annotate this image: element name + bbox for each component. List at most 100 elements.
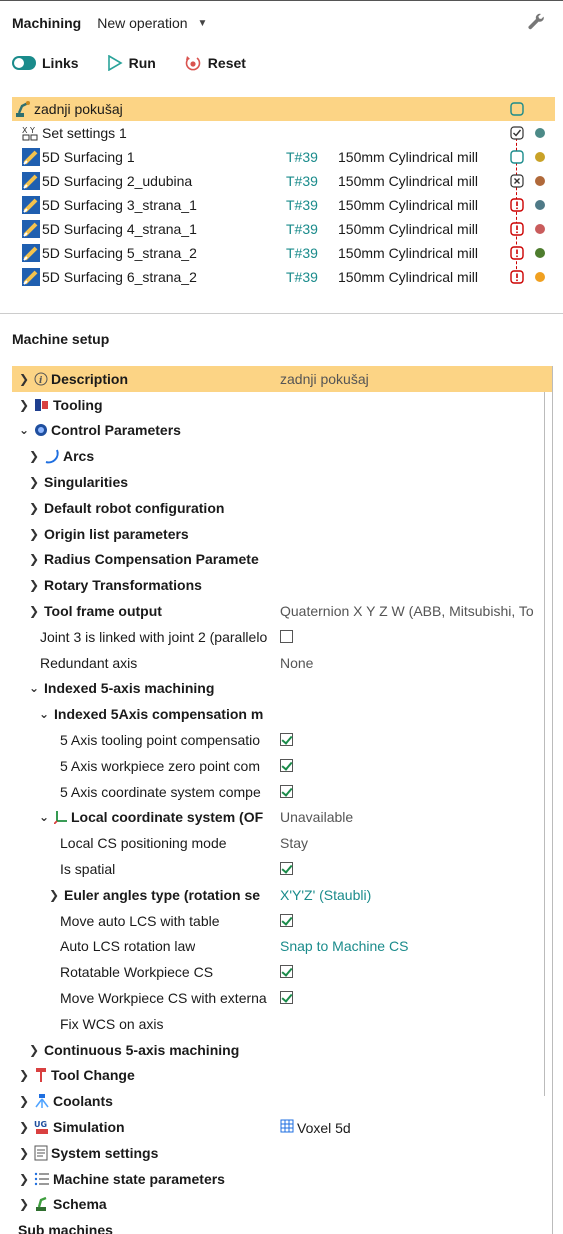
chevron-right-icon[interactable]: ❯ bbox=[18, 1172, 30, 1186]
tree-row-default-robot-config[interactable]: ❯ Default robot configuration bbox=[12, 495, 552, 521]
chevron-right-icon[interactable]: ❯ bbox=[28, 578, 40, 592]
tool-name: 150mm Cylindrical mill bbox=[338, 149, 479, 165]
move-auto-lcs-checkbox[interactable] bbox=[280, 913, 293, 927]
coordinate-system-comp-checkbox[interactable] bbox=[280, 784, 293, 798]
rotatable-workpiece-checkbox[interactable] bbox=[280, 965, 293, 979]
tree-label: Continuous 5-axis machining bbox=[44, 1041, 240, 1058]
chevron-right-icon[interactable]: ❯ bbox=[28, 527, 40, 541]
chevron-right-icon[interactable]: ❯ bbox=[18, 1068, 30, 1082]
chevron-down-icon[interactable]: ▼ bbox=[198, 18, 208, 29]
tree-row-auto-lcs-rotation[interactable]: Auto LCS rotation law Snap to Machine CS bbox=[12, 934, 552, 960]
tree-row-description[interactable]: ❯ i Description zadnji pokušaj bbox=[12, 366, 552, 392]
chevron-right-icon[interactable]: ❯ bbox=[28, 501, 40, 515]
tree-row-tooling[interactable]: ❯ Tooling bbox=[12, 392, 552, 418]
tree-row-local-cs-positioning[interactable]: Local CS positioning mode Stay bbox=[12, 830, 552, 856]
chevron-right-icon[interactable]: ❯ bbox=[18, 1146, 30, 1160]
chevron-right-icon[interactable]: ❯ bbox=[18, 1120, 30, 1134]
operation-select[interactable]: New operation bbox=[97, 15, 187, 31]
tree-row-system-settings[interactable]: ❯ System settings bbox=[12, 1140, 552, 1166]
chevron-right-icon[interactable]: ❯ bbox=[18, 1094, 30, 1108]
move-workpiece-cs-checkbox[interactable] bbox=[280, 991, 293, 1005]
tree-row-redundant-axis[interactable]: Redundant axis None bbox=[12, 650, 552, 676]
tree-row-rotatable-workpiece[interactable]: Rotatable Workpiece CS bbox=[12, 959, 552, 985]
tree-row-indexed-compensation[interactable]: ⌄ Indexed 5Axis compensation m bbox=[12, 701, 552, 727]
tree-row-coolants[interactable]: ❯ Coolants bbox=[12, 1088, 552, 1114]
tree-value[interactable]: None bbox=[280, 655, 313, 671]
tree-row-coordinate-system-comp[interactable]: 5 Axis coordinate system compe bbox=[12, 779, 552, 805]
operation-row[interactable]: 5D Surfacing 1 T#39 150mm Cylindrical mi… bbox=[12, 145, 555, 169]
chevron-down-icon[interactable]: ⌄ bbox=[18, 423, 30, 437]
status-empty-icon bbox=[510, 150, 524, 164]
tree-row-indexed-5axis[interactable]: ⌄ Indexed 5-axis machining bbox=[12, 676, 552, 702]
chevron-down-icon[interactable]: ⌄ bbox=[38, 810, 50, 824]
tooling-point-comp-checkbox[interactable] bbox=[280, 733, 293, 747]
tree-row-is-spatial[interactable]: Is spatial bbox=[12, 856, 552, 882]
tree-row-euler-angles[interactable]: ❯ Euler angles type (rotation se X'Y'Z' (… bbox=[12, 882, 552, 908]
chevron-right-icon[interactable]: ❯ bbox=[28, 552, 40, 566]
tree-row-move-auto-lcs[interactable]: Move auto LCS with table bbox=[12, 908, 552, 934]
operation-row[interactable]: XY Set settings 1 bbox=[12, 121, 555, 145]
tree-row-radius-compensation[interactable]: ❯ Radius Compensation Paramete bbox=[12, 547, 552, 573]
chevron-right-icon[interactable]: ❯ bbox=[18, 398, 30, 412]
tree-row-continuous-5axis[interactable]: ❯ Continuous 5-axis machining bbox=[12, 1037, 552, 1063]
tree-row-tool-frame-output[interactable]: ❯ Tool frame output Quaternion X Y Z W (A… bbox=[12, 598, 552, 624]
tree-row-control-parameters[interactable]: ⌄ Control Parameters bbox=[12, 418, 552, 444]
workpiece-zero-comp-checkbox[interactable] bbox=[280, 758, 293, 772]
is-spatial-checkbox[interactable] bbox=[280, 862, 293, 876]
tree-value[interactable]: Snap to Machine CS bbox=[280, 938, 408, 954]
tree-value[interactable]: Unavailable bbox=[280, 809, 353, 825]
operation-row[interactable]: 5D Surfacing 6_strana_2 T#39 150mm Cylin… bbox=[12, 265, 555, 289]
tree-row-schema[interactable]: ❯ Schema bbox=[12, 1192, 552, 1218]
tree-row-tooling-point-comp[interactable]: 5 Axis tooling point compensatio bbox=[12, 727, 552, 753]
svg-text:UG: UG bbox=[34, 1120, 47, 1129]
tree-row-tool-change[interactable]: ❯ Tool Change bbox=[12, 1063, 552, 1089]
tree-value[interactable]: zadnji pokušaj bbox=[280, 371, 369, 387]
tree-label: Control Parameters bbox=[51, 422, 181, 439]
operation-row-project[interactable]: zadnji pokušaj bbox=[12, 97, 555, 121]
joint3-linked-checkbox[interactable] bbox=[280, 629, 293, 643]
tree-row-local-coordinate-system[interactable]: ⌄ Local coordinate system (OF Unavailable bbox=[12, 805, 552, 831]
chevron-right-icon[interactable]: ❯ bbox=[28, 475, 40, 489]
tool-name: 150mm Cylindrical mill bbox=[338, 269, 479, 285]
links-toggle[interactable]: Links bbox=[12, 55, 79, 71]
tree-row-singularities[interactable]: ❯ Singularities bbox=[12, 469, 552, 495]
operation-row[interactable]: 5D Surfacing 4_strana_1 T#39 150mm Cylin… bbox=[12, 217, 555, 241]
chevron-right-icon[interactable]: ❯ bbox=[18, 1197, 30, 1211]
tree-row-simulation[interactable]: ❯ UG Simulation Voxel 5d bbox=[12, 1114, 552, 1140]
tree-row-move-workpiece-cs[interactable]: Move Workpiece CS with externa bbox=[12, 985, 552, 1011]
chevron-right-icon[interactable]: ❯ bbox=[48, 888, 60, 902]
arc-icon bbox=[44, 448, 60, 464]
run-button[interactable]: Run bbox=[107, 55, 156, 71]
operations-list: zadnji pokušaj XY Set settings 1 5D Surf… bbox=[12, 97, 555, 289]
surfacing-icon bbox=[22, 220, 40, 238]
chevron-right-icon[interactable]: ❯ bbox=[18, 372, 30, 386]
operation-row[interactable]: 5D Surfacing 3_strana_1 T#39 150mm Cylin… bbox=[12, 193, 555, 217]
tree-row-fix-wcs[interactable]: Fix WCS on axis bbox=[12, 1011, 552, 1037]
chevron-right-icon[interactable]: ❯ bbox=[28, 1043, 40, 1057]
tree-value[interactable]: Quaternion X Y Z W (ABB, Mitsubishi, To bbox=[280, 603, 534, 619]
tree-value[interactable]: Stay bbox=[280, 835, 308, 851]
wrench-icon[interactable] bbox=[527, 12, 545, 32]
chevron-down-icon[interactable]: ⌄ bbox=[28, 681, 40, 695]
tool-number: T#39 bbox=[286, 149, 318, 165]
tree-row-joint3-linked[interactable]: Joint 3 is linked with joint 2 (parallel… bbox=[12, 624, 552, 650]
tree-label: Origin list parameters bbox=[44, 525, 189, 542]
operation-row[interactable]: 5D Surfacing 2_udubina T#39 150mm Cylind… bbox=[12, 169, 555, 193]
chevron-right-icon[interactable]: ❯ bbox=[28, 449, 40, 463]
tree-row-sub-machines[interactable]: Sub machines bbox=[12, 1217, 552, 1234]
operation-row[interactable]: 5D Surfacing 5_strana_2 T#39 150mm Cylin… bbox=[12, 241, 555, 265]
chevron-right-icon[interactable]: ❯ bbox=[28, 604, 40, 618]
reset-button[interactable]: Reset bbox=[184, 54, 246, 72]
tree-row-rotary-transformations[interactable]: ❯ Rotary Transformations bbox=[12, 572, 552, 598]
machine-setup-tree: ❯ i Description zadnji pokušaj ❯ Tooling ⌄ C… bbox=[12, 366, 553, 1234]
tree-row-machine-state[interactable]: ❯ Machine state parameters bbox=[12, 1166, 552, 1192]
section-divider bbox=[0, 313, 563, 314]
tree-row-origin-list[interactable]: ❯ Origin list parameters bbox=[12, 521, 552, 547]
status-x-icon bbox=[510, 174, 524, 188]
tree-value[interactable]: X'Y'Z' (Staubli) bbox=[280, 887, 371, 903]
tree-row-workpiece-zero-comp[interactable]: 5 Axis workpiece zero point com bbox=[12, 753, 552, 779]
tree-value-wrap[interactable]: Voxel 5d bbox=[280, 1119, 351, 1136]
status-warning-icon bbox=[510, 246, 524, 260]
chevron-down-icon[interactable]: ⌄ bbox=[38, 707, 50, 721]
tree-row-arcs[interactable]: ❯ Arcs bbox=[12, 443, 552, 469]
